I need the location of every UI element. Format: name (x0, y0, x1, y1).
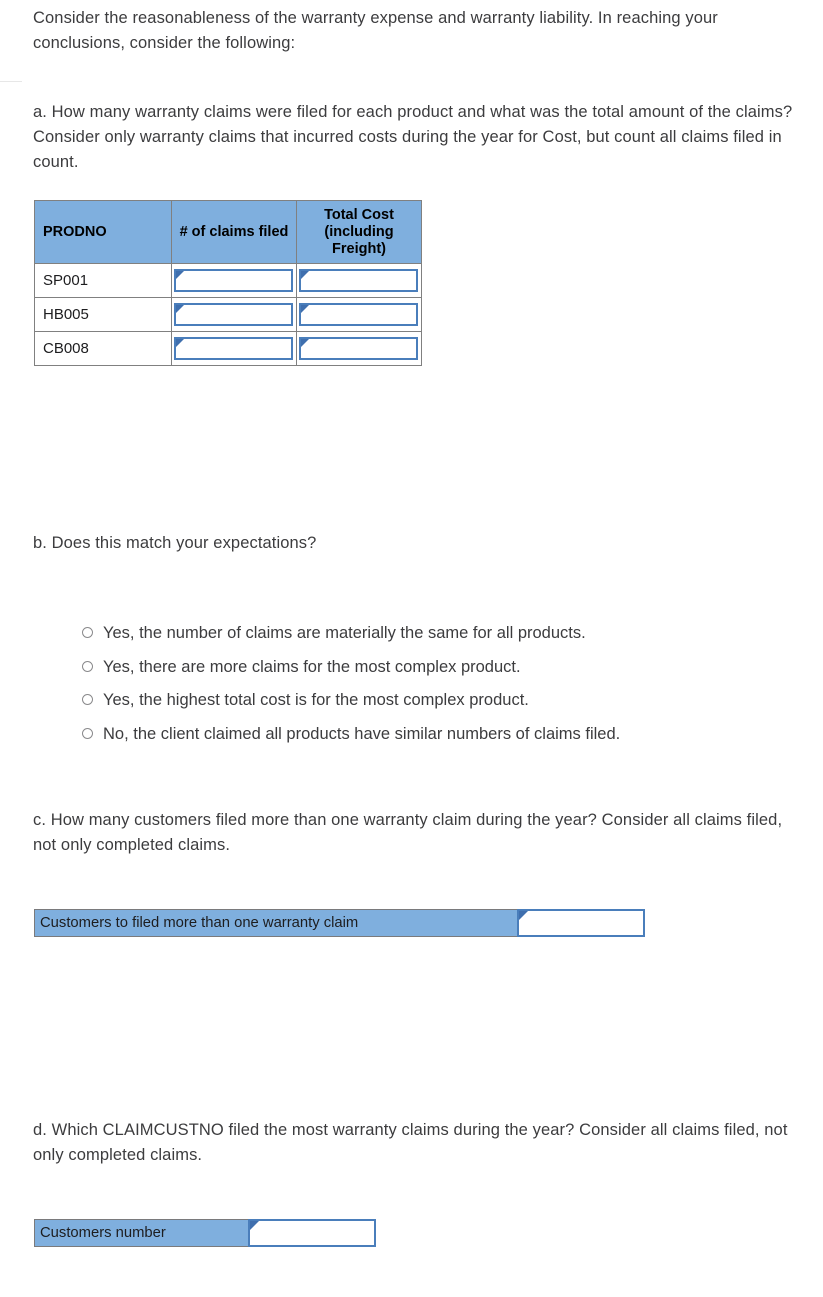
input-claims-filed-cb008[interactable] (174, 336, 293, 360)
question-a-text: a. How many warranty claims were filed f… (33, 103, 793, 171)
radio-circle-icon[interactable] (82, 627, 93, 638)
input-total-cost-cb008[interactable] (299, 336, 418, 360)
table-row: SP001 (34, 263, 422, 298)
radio-option-1[interactable]: Yes, the number of claims are materially… (82, 621, 782, 646)
radio-circle-icon[interactable] (82, 694, 93, 705)
question-b-options: Yes, the number of claims are materially… (82, 621, 782, 755)
radio-option-3-label: Yes, the highest total cost is for the m… (103, 691, 529, 709)
radio-circle-icon[interactable] (82, 727, 93, 739)
claims-table-head: PRODNO # of claims filed Total Cost (inc… (34, 200, 422, 264)
input-customers-multiple-claims[interactable] (517, 909, 645, 937)
cell-prodno-cb008: CB008 (34, 331, 172, 366)
claims-table-body: SP001 HB005 CB008 (34, 263, 422, 366)
cell-total-cost-cb008 (296, 331, 422, 366)
cell-prodno-sp001: SP001 (34, 263, 172, 298)
scan-artifact-line (0, 81, 22, 82)
cell-claims-filed-cb008 (171, 331, 297, 366)
question-c-text: c. How many customers filed more than on… (33, 811, 783, 854)
column-header-total-cost: Total Cost (including Freight) (296, 200, 422, 264)
radio-option-4[interactable]: No, the client claimed all products have… (82, 722, 782, 747)
cell-total-cost-sp001 (296, 263, 422, 298)
table-row: CB008 (34, 331, 422, 366)
input-claims-filed-sp001[interactable] (174, 268, 293, 292)
radio-option-2-label: Yes, there are more claims for the most … (103, 657, 521, 676)
radio-option-2[interactable]: Yes, there are more claims for the most … (82, 655, 782, 680)
claims-table: PRODNO # of claims filed Total Cost (inc… (34, 200, 422, 366)
radio-circle-icon[interactable] (82, 660, 93, 672)
answer-row-customers-number: Customers number (34, 1219, 376, 1247)
input-customers-number[interactable] (248, 1219, 376, 1247)
radio-option-4-label: No, the client claimed all products have… (103, 724, 621, 743)
cell-prodno-hb005: HB005 (34, 297, 172, 332)
column-header-prodno: PRODNO (34, 200, 172, 264)
cell-total-cost-hb005 (296, 297, 422, 332)
intro-paragraph: Consider the reasonableness of the warra… (33, 9, 718, 52)
answer-c-label: Customers to filed more than one warrant… (34, 909, 518, 937)
input-total-cost-hb005[interactable] (299, 302, 418, 326)
input-total-cost-sp001[interactable] (299, 268, 418, 292)
radio-option-1-label: Yes, the number of claims are materially… (103, 624, 586, 642)
cell-claims-filed-hb005 (171, 297, 297, 332)
cell-claims-filed-sp001 (171, 263, 297, 298)
input-claims-filed-hb005[interactable] (174, 302, 293, 326)
worksheet-page: Consider the reasonableness of the warra… (0, 0, 823, 1297)
question-b-text: b. Does this match your expectations? (33, 534, 317, 552)
table-header-row: PRODNO # of claims filed Total Cost (inc… (34, 200, 422, 264)
question-d-text: d. Which CLAIMCUSTNO filed the most warr… (33, 1121, 788, 1164)
radio-option-3[interactable]: Yes, the highest total cost is for the m… (82, 688, 782, 713)
answer-d-label: Customers number (34, 1219, 249, 1247)
table-row: HB005 (34, 297, 422, 332)
answer-row-customers-multiple-claims: Customers to filed more than one warrant… (34, 909, 645, 937)
column-header-claims-filed: # of claims filed (171, 200, 297, 264)
